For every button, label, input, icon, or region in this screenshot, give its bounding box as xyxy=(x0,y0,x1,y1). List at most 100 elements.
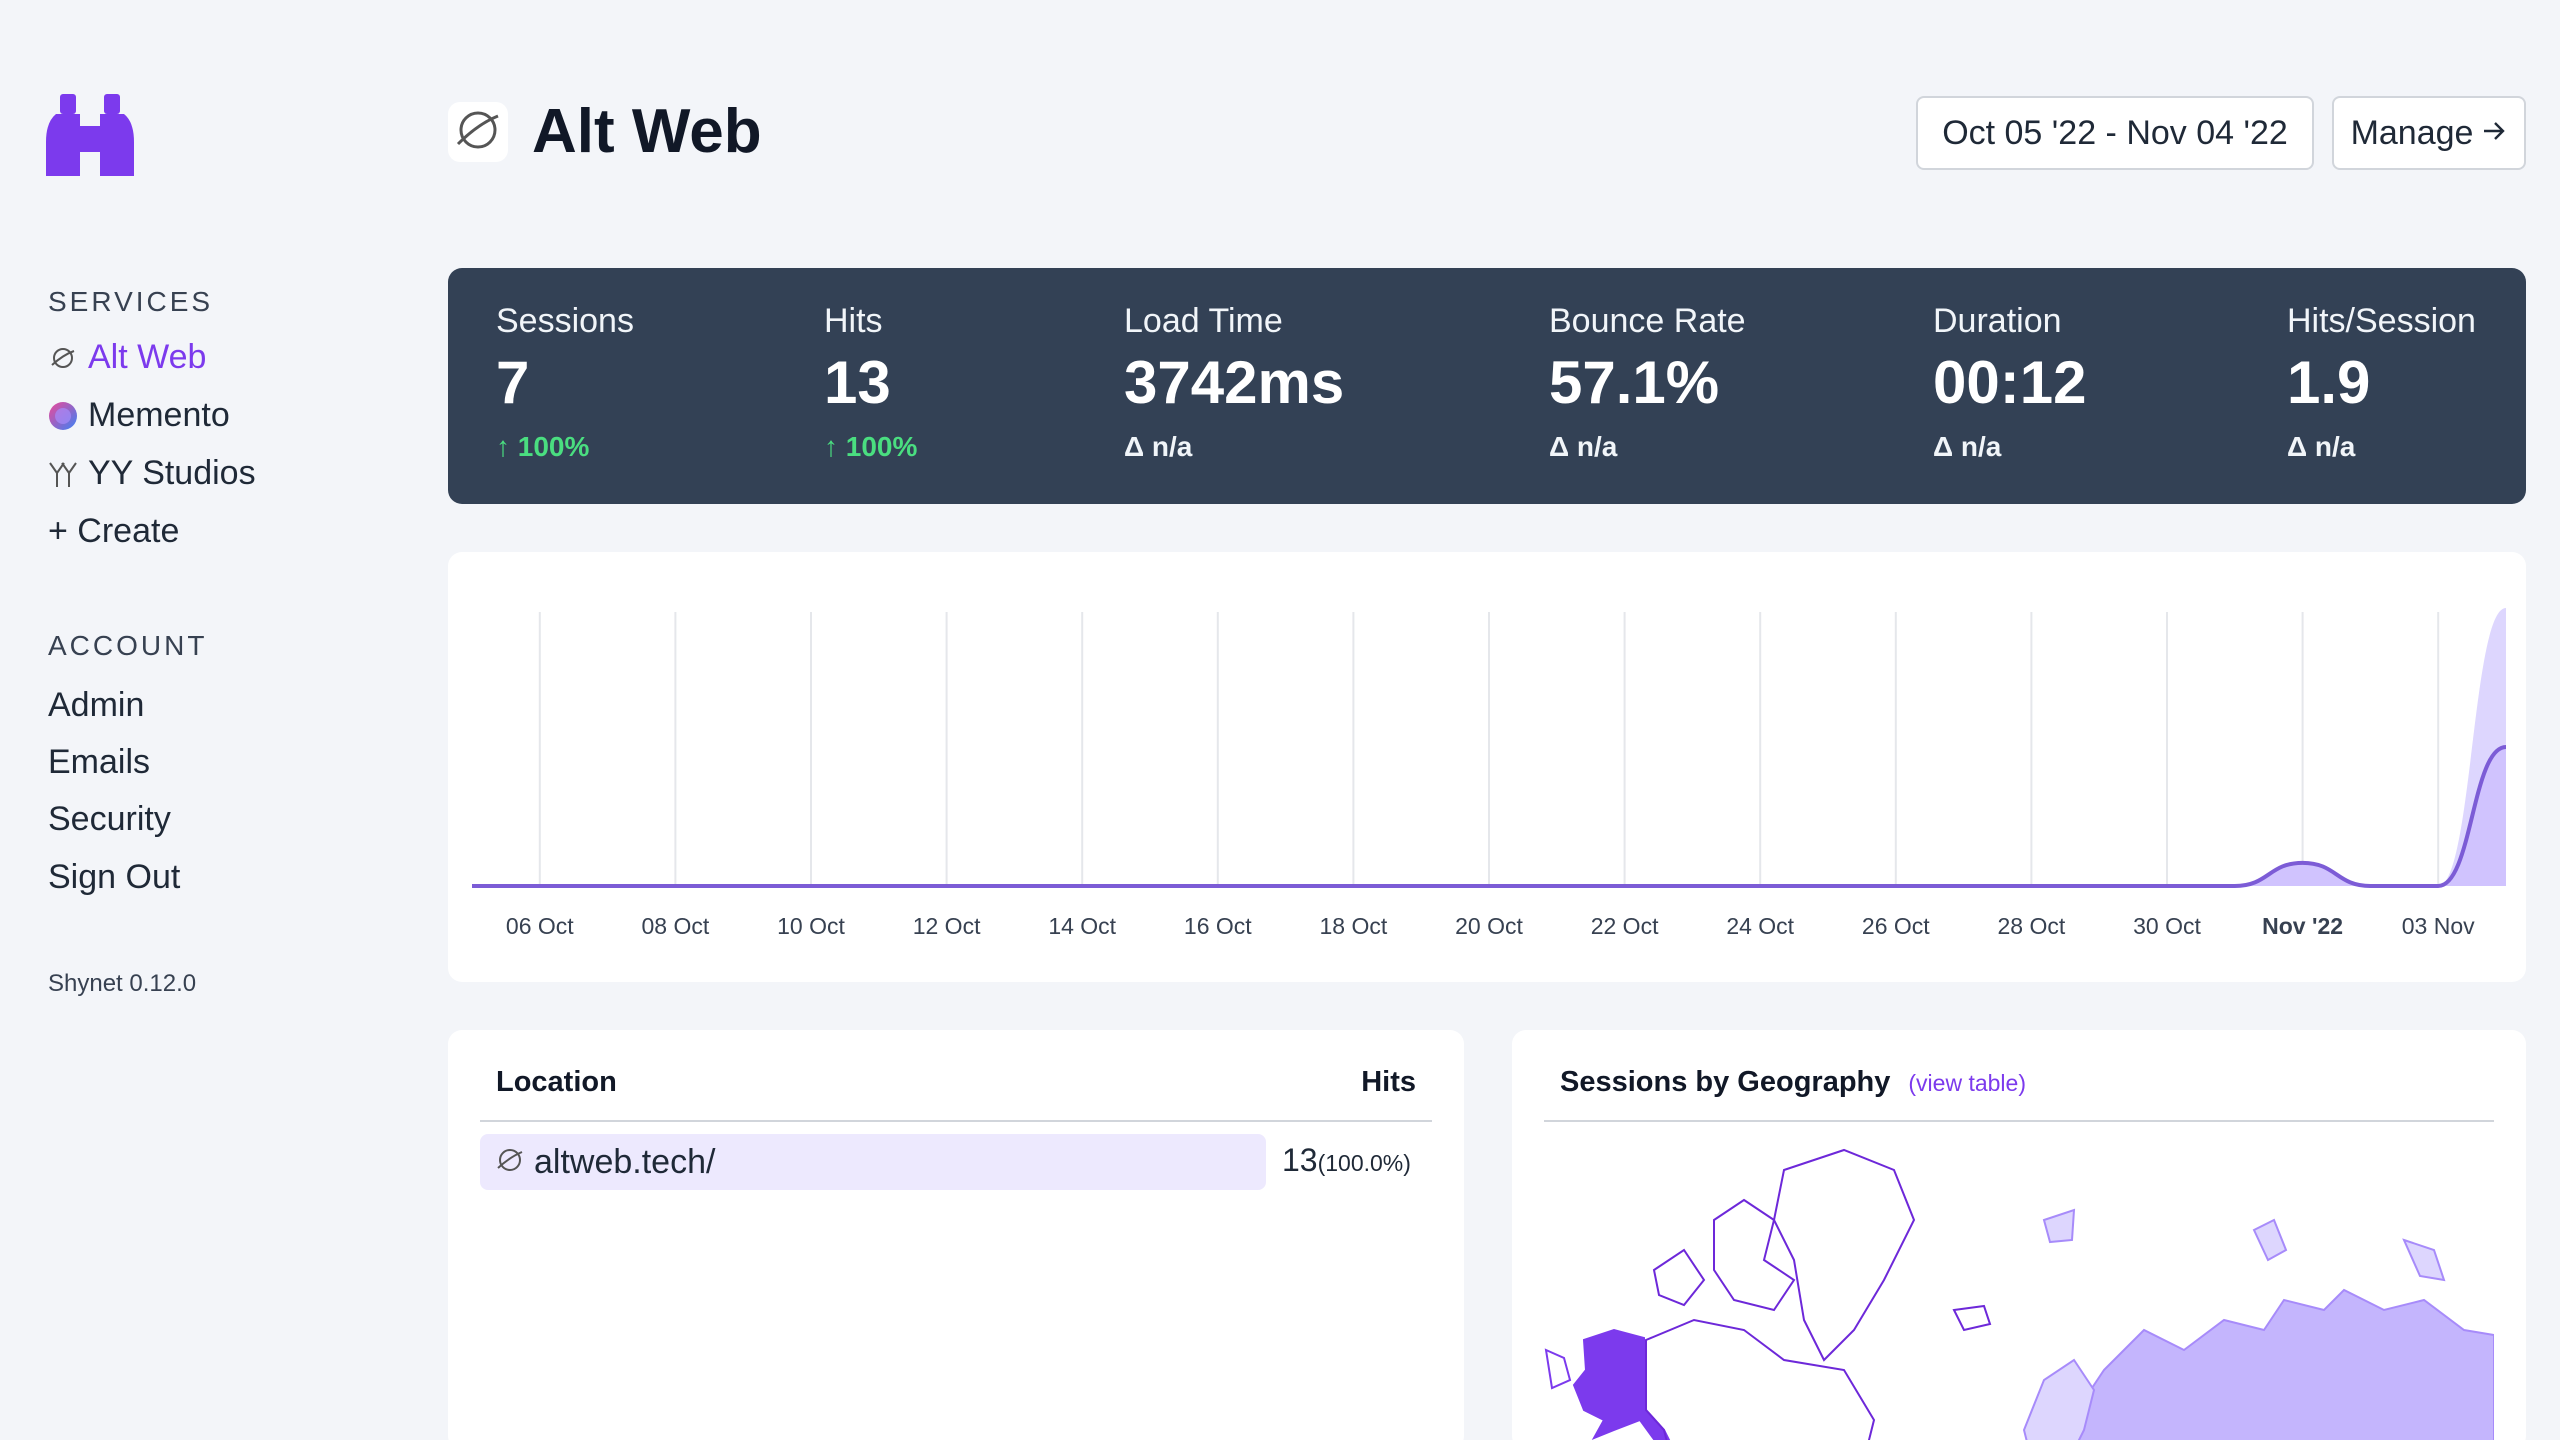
binoculars-logo-icon[interactable] xyxy=(46,92,146,180)
x-tick-label: 30 Oct xyxy=(2133,913,2201,939)
sidebar-item-label: Security xyxy=(48,800,171,838)
traffic-chart-card: 06 Oct 08 Oct 10 Oct 12 Oct 14 Oct 16 Oct 18 O… xyxy=(448,552,2526,982)
stat-load-time: Load Time 3742ms Δ n/a xyxy=(1124,302,1344,463)
stat-label: Bounce Rate xyxy=(1549,302,1746,340)
stat-value: 7 xyxy=(496,349,530,416)
stat-change: Δ n/a xyxy=(1933,431,2002,462)
x-tick-label: 24 Oct xyxy=(1726,913,1794,939)
geography-title-text: Sessions by Geography xyxy=(1560,1066,1891,1098)
region-alaska-islands xyxy=(1544,1348,1572,1390)
x-tick-label: 03 Nov xyxy=(2402,913,2475,939)
sidebar-item-create[interactable]: + Create xyxy=(48,512,179,551)
sidebar: SERVICES Alt Web Memento YY Studios + Cr… xyxy=(0,0,420,1440)
region-svalbard xyxy=(2042,1208,2076,1244)
stat-change: Δ n/a xyxy=(1549,431,1618,462)
date-range-picker[interactable]: Oct 05 '22 - Nov 04 '22 xyxy=(1916,96,2314,170)
stat-label: Sessions xyxy=(496,302,634,340)
x-tick-label: 06 Oct xyxy=(506,913,574,939)
page-title: Alt Web xyxy=(532,97,762,166)
sidebar-item-admin[interactable]: Admin xyxy=(48,686,144,725)
region-scandinavia xyxy=(2022,1358,2096,1440)
region-siberian-islands xyxy=(2402,1238,2446,1282)
stat-value: 3742ms xyxy=(1124,349,1345,416)
stat-value: 13 xyxy=(824,349,891,416)
region-iceland xyxy=(1952,1304,1992,1332)
version-label: Shynet 0.12.0 xyxy=(48,970,197,997)
x-tick-label: 16 Oct xyxy=(1184,913,1252,939)
service-icon xyxy=(448,102,508,162)
x-tick-label: 14 Oct xyxy=(1048,913,1116,939)
world-map[interactable] xyxy=(1544,1130,2494,1440)
sidebar-item-alt-web[interactable]: Alt Web xyxy=(48,338,206,377)
stat-label: Hits/Session xyxy=(2287,302,2476,340)
stat-duration: Duration 00:12 Δ n/a xyxy=(1933,302,2086,463)
arrow-right-icon xyxy=(2481,114,2507,153)
stat-change: Δ n/a xyxy=(2287,431,2356,462)
table-row[interactable]: altweb.tech/ xyxy=(480,1134,1266,1190)
x-tick-label: 18 Oct xyxy=(1320,913,1388,939)
planet-icon xyxy=(496,1146,524,1179)
x-tick-label: 20 Oct xyxy=(1455,913,1523,939)
planet-icon xyxy=(454,106,502,159)
gradient-circle-icon xyxy=(48,401,78,431)
x-tick-label: 28 Oct xyxy=(1998,913,2066,939)
stat-change: ↑ 100% xyxy=(824,431,918,462)
stat-value: 57.1% xyxy=(1549,349,1720,416)
locations-card: Location Hits altweb.tech/ 13(100.0%) xyxy=(448,1030,1464,1440)
x-tick-label: 08 Oct xyxy=(642,913,710,939)
stat-sessions: Sessions 7 ↑ 100% xyxy=(496,302,634,463)
geography-title: Sessions by Geography (view table) xyxy=(1560,1066,2026,1099)
x-tick-label: 10 Oct xyxy=(777,913,845,939)
sidebar-item-memento[interactable]: Memento xyxy=(48,396,230,435)
stat-value: 1.9 xyxy=(2287,349,2371,416)
sidebar-item-label: Emails xyxy=(48,743,151,781)
divider xyxy=(1544,1120,2494,1122)
hits-column-header: Hits xyxy=(1361,1066,1416,1098)
sidebar-item-label: Sign Out xyxy=(48,858,181,896)
stat-value: 00:12 xyxy=(1933,349,2087,416)
region-canada xyxy=(1645,1318,1876,1440)
yy-logo-icon xyxy=(48,459,78,489)
region-russia xyxy=(2063,1288,2494,1440)
x-tick-label: 12 Oct xyxy=(913,913,981,939)
sidebar-item-label: YY Studios xyxy=(88,454,256,492)
manage-button[interactable]: Manage xyxy=(2332,96,2526,170)
manage-button-label: Manage xyxy=(2350,113,2474,152)
sidebar-item-label: Memento xyxy=(88,396,230,434)
account-section-title: ACCOUNT xyxy=(48,630,208,661)
stat-hits-per-session: Hits/Session 1.9 Δ n/a xyxy=(2287,302,2476,463)
traffic-chart: 06 Oct 08 Oct 10 Oct 12 Oct 14 Oct 16 Oct 18 O… xyxy=(472,608,2507,939)
sidebar-item-yy-studios[interactable]: YY Studios xyxy=(48,454,256,493)
region-novaya-zemlya xyxy=(2252,1218,2288,1262)
region-arctic-islands xyxy=(1713,1198,1796,1312)
hits-count: 13 xyxy=(1282,1142,1318,1178)
x-tick-label: Nov '22 xyxy=(2262,913,2343,939)
geography-card: Sessions by Geography (view table) xyxy=(1512,1030,2526,1440)
divider xyxy=(480,1120,1432,1122)
stats-panel: Sessions 7 ↑ 100% Hits 13 ↑ 100% Load Ti… xyxy=(448,268,2526,504)
stat-change: ↑ 100% xyxy=(496,431,590,462)
services-section-title: SERVICES xyxy=(48,286,214,317)
x-tick-label: 26 Oct xyxy=(1862,913,1930,939)
stat-label: Hits xyxy=(824,302,883,340)
sidebar-item-label: + Create xyxy=(48,512,180,550)
location-column-header: Location xyxy=(496,1066,617,1098)
sidebar-item-security[interactable]: Security xyxy=(48,800,171,839)
view-table-link[interactable]: (view table) xyxy=(1908,1070,2026,1096)
stat-hits: Hits 13 ↑ 100% xyxy=(824,302,917,463)
location-label: altweb.tech/ xyxy=(534,1142,716,1181)
stat-bounce-rate: Bounce Rate 57.1% Δ n/a xyxy=(1549,302,1746,463)
stat-change: Δ n/a xyxy=(1124,431,1193,462)
sidebar-item-emails[interactable]: Emails xyxy=(48,743,150,782)
sidebar-item-label: Alt Web xyxy=(88,338,207,376)
stat-label: Duration xyxy=(1933,302,2062,340)
planet-icon xyxy=(48,343,78,373)
region-arctic-islands-west xyxy=(1652,1248,1706,1307)
location-hits: 13(100.0%) xyxy=(1282,1142,1411,1179)
sidebar-item-sign-out[interactable]: Sign Out xyxy=(48,858,180,897)
x-tick-label: 22 Oct xyxy=(1591,913,1659,939)
hits-percent: (100.0%) xyxy=(1317,1150,1411,1176)
region-greenland xyxy=(1772,1148,1916,1362)
sidebar-item-label: Admin xyxy=(48,686,145,724)
stat-label: Load Time xyxy=(1124,302,1283,340)
